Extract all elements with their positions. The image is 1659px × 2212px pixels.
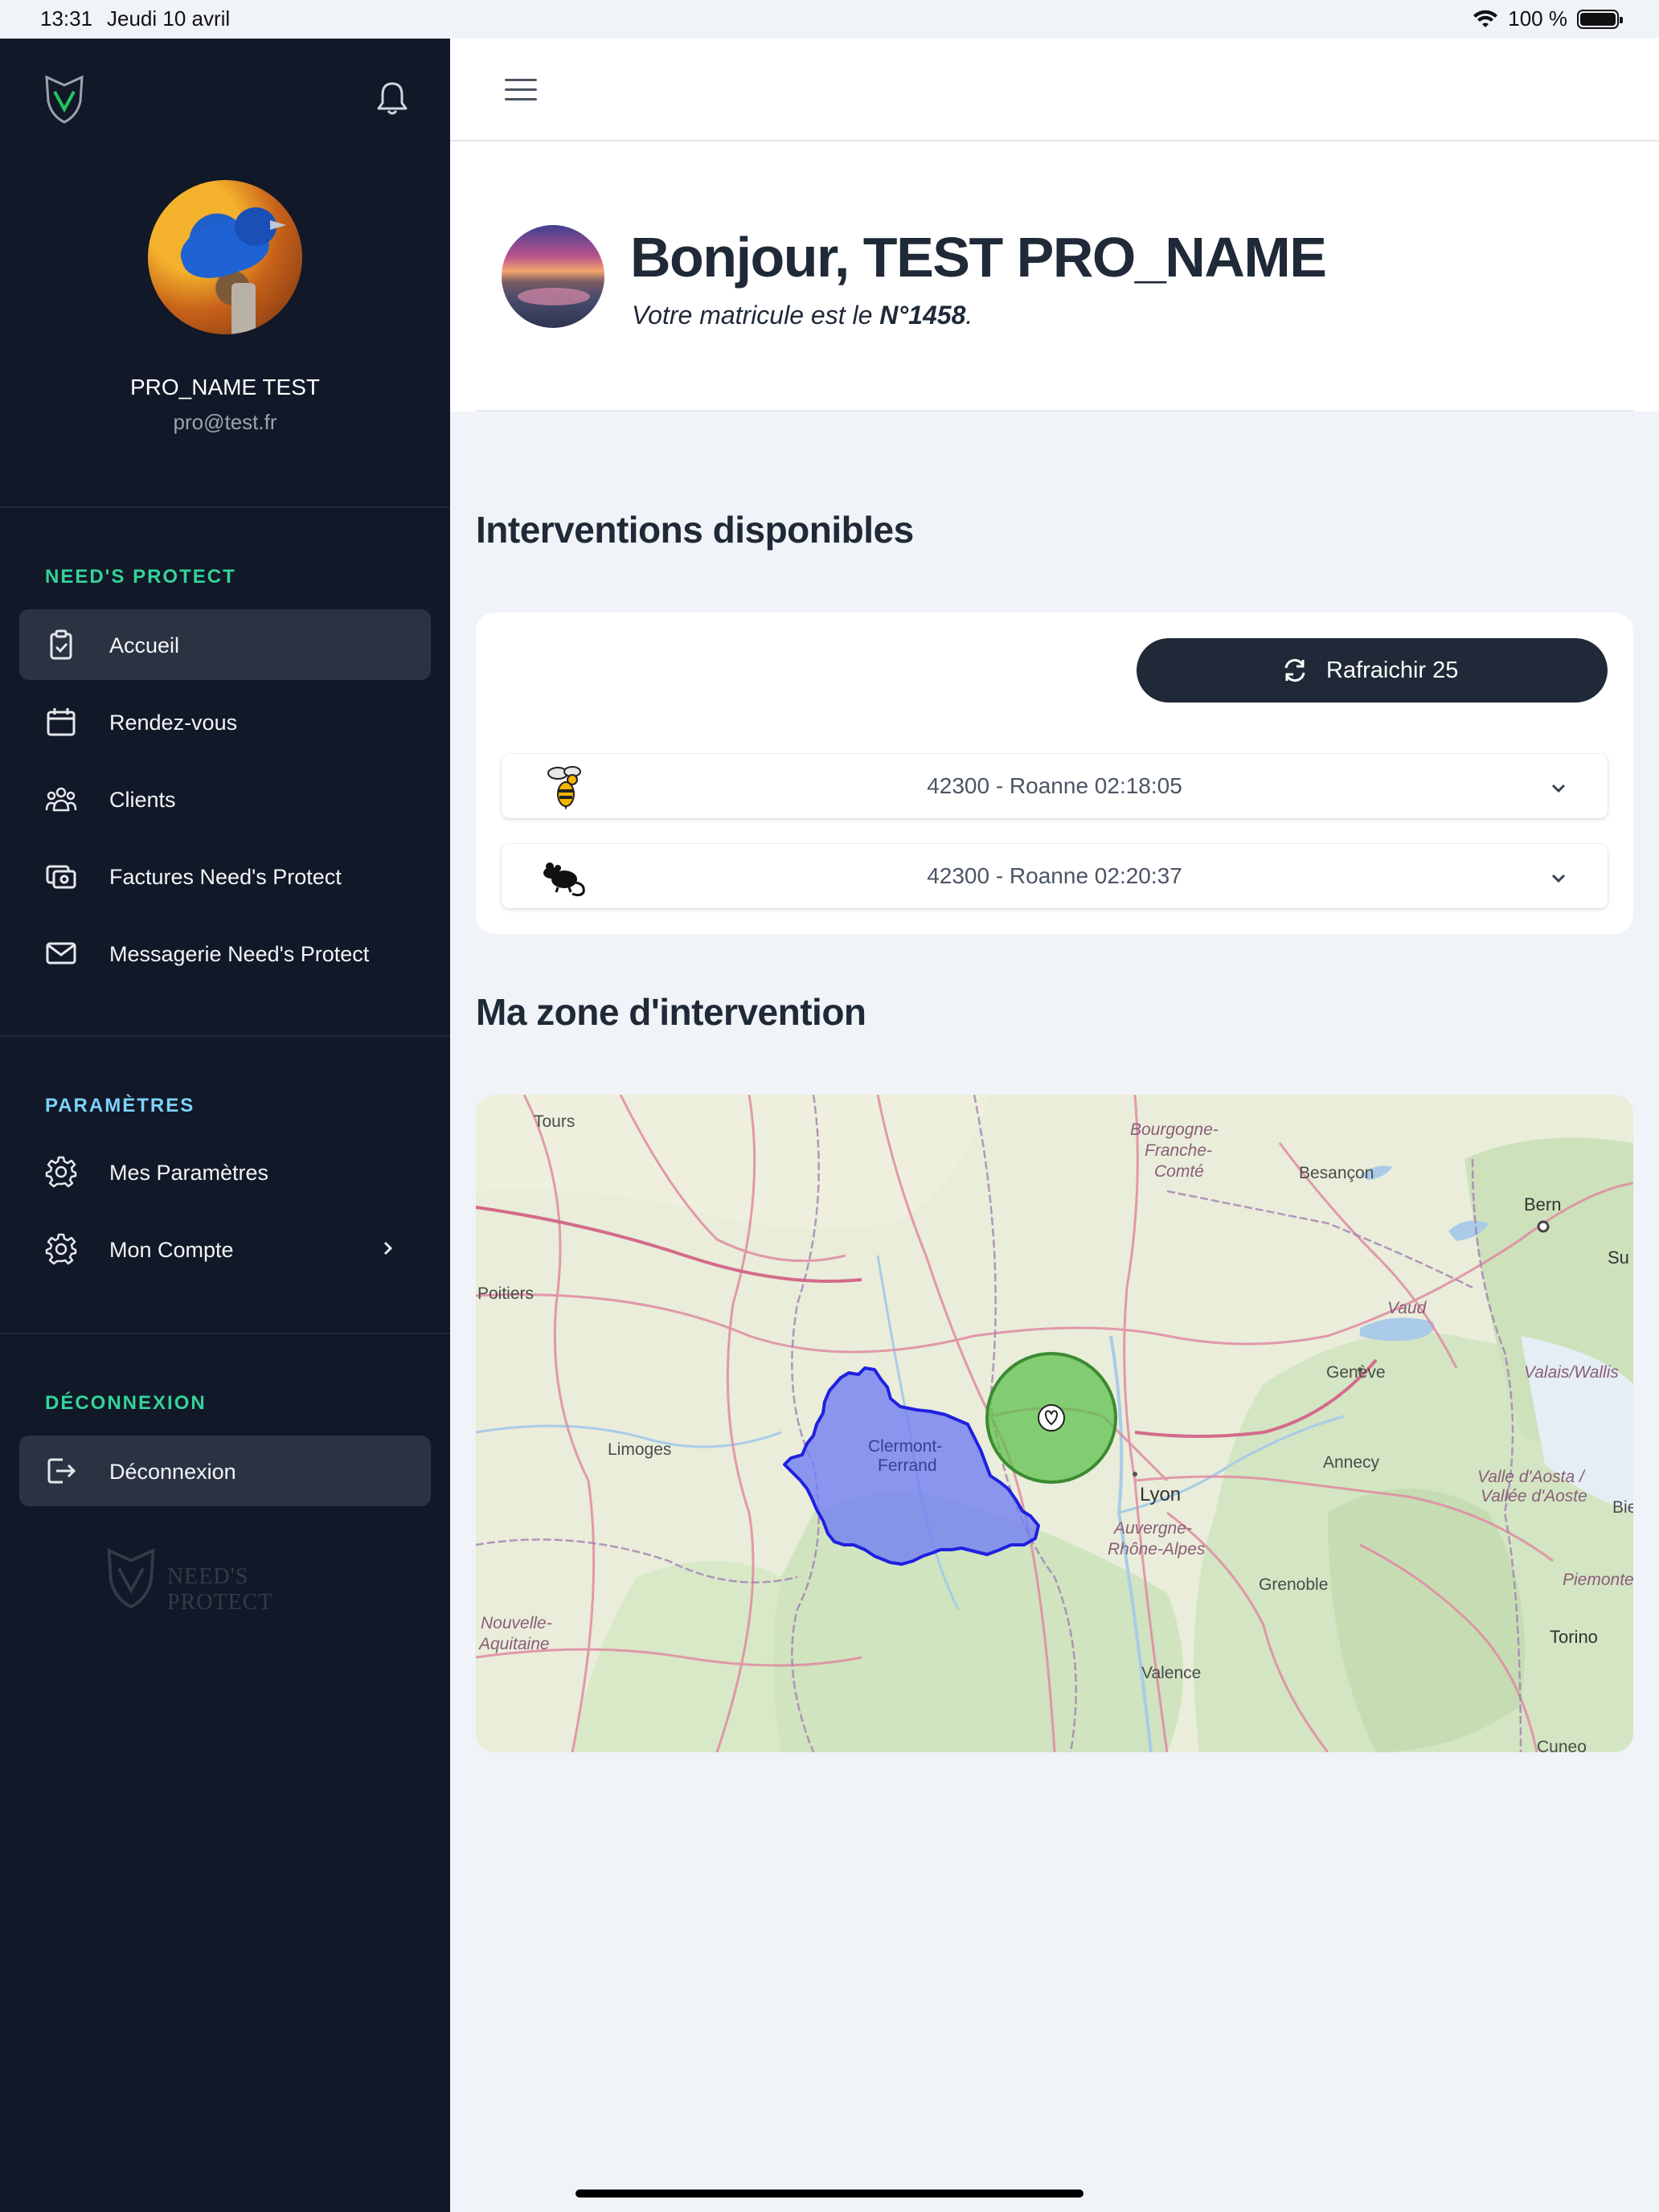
wifi-icon xyxy=(1473,10,1498,27)
top-bar xyxy=(450,39,1659,141)
sidebar-item-mes-parametres[interactable]: Mes Paramètres xyxy=(19,1137,431,1207)
section-title-parametres: PARAMÈTRES xyxy=(45,1095,195,1116)
map-label: Limoges xyxy=(608,1440,672,1459)
map-label: Franche- xyxy=(1145,1141,1213,1160)
sidebar-item-label: Factures Need's Protect xyxy=(109,865,342,889)
sidebar-divider xyxy=(0,1035,450,1037)
section-title-deconnexion: DÉCONNEXION xyxy=(45,1392,207,1414)
intervention-text: 42300 - Roanne 02:18:05 xyxy=(927,773,1182,798)
map-label: Tours xyxy=(534,1112,576,1131)
sidebar-divider xyxy=(0,1333,450,1334)
map-label: Bern xyxy=(1524,1194,1562,1215)
mail-icon xyxy=(46,942,76,965)
sidebar-item-factures[interactable]: Factures Need's Protect xyxy=(19,841,431,911)
map-label: Cuneo xyxy=(1537,1738,1587,1752)
intervention-row[interactable]: 42300 - Roanne 02:20:37 xyxy=(502,844,1608,908)
user-email: pro@test.fr xyxy=(173,410,277,434)
map-label: Comté xyxy=(1154,1162,1204,1181)
status-bar: 13:31 Jeudi 10 avril 100 % xyxy=(0,0,1659,39)
profile-picture[interactable] xyxy=(502,225,604,328)
battery-percent: 100 % xyxy=(1508,6,1567,31)
map-label: Clermont- xyxy=(868,1437,943,1456)
gear-icon xyxy=(45,1156,77,1188)
map-label: Valle d'Aosta / xyxy=(1477,1468,1584,1486)
matricule-number: N°1458 xyxy=(879,301,966,330)
matricule-prefix: Votre matricule est le xyxy=(632,301,880,330)
status-time: 13:31 xyxy=(40,6,93,31)
status-right: 100 % xyxy=(1473,6,1623,31)
intervention-map[interactable]: Tours Bourgogne- Franche- Comté Besançon… xyxy=(476,1095,1633,1752)
intervention-row[interactable]: 42300 - Roanne 02:18:05 xyxy=(502,754,1608,818)
map-label: Valence xyxy=(1141,1664,1202,1682)
page-title: Bonjour, TEST PRO_NAME xyxy=(630,226,1327,289)
avatar[interactable] xyxy=(148,180,302,334)
battery-icon xyxy=(1577,9,1623,29)
sidebar-item-messagerie[interactable]: Messagerie Need's Protect xyxy=(19,918,431,989)
hamburger-menu-icon[interactable] xyxy=(505,79,537,103)
map-label: Torino xyxy=(1550,1627,1598,1647)
map-label: Genève xyxy=(1326,1363,1386,1382)
calendar-icon xyxy=(47,708,76,736)
user-name: PRO_NAME TEST xyxy=(130,375,320,399)
map-label: Besançon xyxy=(1299,1164,1374,1182)
refresh-button[interactable]: Rafraichir 25 xyxy=(1137,638,1608,703)
logout-icon xyxy=(47,1458,76,1484)
home-indicator[interactable] xyxy=(576,2189,1083,2198)
map-label: Su xyxy=(1608,1247,1629,1268)
refresh-label: Rafraichir 25 xyxy=(1326,657,1459,683)
sidebar-item-accueil[interactable]: Accueil xyxy=(19,609,431,680)
map-canvas[interactable] xyxy=(476,1095,1633,1752)
greeting-divider xyxy=(476,410,1633,412)
map-label: Nouvelle- xyxy=(481,1614,552,1632)
sidebar-item-label: Déconnexion xyxy=(109,1460,236,1484)
cash-icon xyxy=(46,865,76,889)
sidebar-item-label: Accueil xyxy=(109,633,180,657)
map-label: Auvergne- xyxy=(1114,1519,1192,1538)
clipboard-check-icon xyxy=(50,629,72,660)
users-icon xyxy=(45,787,77,812)
sidebar-item-label: Mon Compte xyxy=(109,1238,234,1262)
map-label: Valais/Wallis xyxy=(1524,1363,1619,1382)
map-label: Piemonte xyxy=(1563,1571,1633,1589)
zone-heading: Ma zone d'intervention xyxy=(476,991,866,1033)
sidebar: PRO_NAME TEST pro@test.fr NEED'S PROTECT… xyxy=(0,39,450,2212)
map-label: Ferrand xyxy=(878,1456,937,1475)
map-label: Rhône-Alpes xyxy=(1108,1540,1206,1559)
sidebar-divider xyxy=(0,506,450,508)
gear-icon xyxy=(45,1233,77,1265)
map-label: Lyon xyxy=(1140,1484,1182,1505)
sidebar-item-clients[interactable]: Clients xyxy=(19,764,431,834)
sidebar-item-label: Messagerie Need's Protect xyxy=(109,942,370,966)
map-label: Vaud xyxy=(1387,1299,1427,1317)
chevron-right-icon xyxy=(383,1241,393,1256)
refresh-icon xyxy=(1284,658,1305,682)
map-label: Aquitaine xyxy=(479,1635,550,1653)
status-date: Jeudi 10 avril xyxy=(107,6,231,31)
map-label: Annecy xyxy=(1323,1453,1380,1472)
map-label: Bourgogne- xyxy=(1130,1120,1219,1139)
chevron-down-icon[interactable] xyxy=(1548,868,1569,889)
sidebar-item-mon-compte[interactable]: Mon Compte xyxy=(19,1214,431,1284)
map-label: Poitiers xyxy=(477,1284,535,1303)
interventions-card: Rafraichir 25 42300 - Roanne 02:18:05 42… xyxy=(476,612,1633,934)
interventions-heading: Interventions disponibles xyxy=(476,509,914,551)
sidebar-item-deconnexion[interactable]: Déconnexion xyxy=(19,1436,431,1506)
bell-icon[interactable] xyxy=(375,79,410,117)
sidebar-item-rendez-vous[interactable]: Rendez-vous xyxy=(19,686,431,757)
sidebar-item-label: Rendez-vous xyxy=(109,711,238,735)
sidebar-item-label: Clients xyxy=(109,788,176,812)
needs-protect-logo[interactable] xyxy=(42,74,87,125)
intervention-text: 42300 - Roanne 02:20:37 xyxy=(927,863,1182,888)
watermark-logo: NEED'S PROTECT xyxy=(103,1546,336,1615)
map-label: Bie xyxy=(1612,1498,1633,1517)
sidebar-item-label: Mes Paramètres xyxy=(109,1161,269,1185)
section-title-needs-protect: NEED'S PROTECT xyxy=(45,566,236,588)
matricule-text: Votre matricule est le N°1458. xyxy=(632,301,973,330)
map-label: Grenoble xyxy=(1259,1575,1329,1594)
matricule-suffix: . xyxy=(965,301,973,330)
chevron-down-icon[interactable] xyxy=(1548,778,1569,799)
map-label: Vallée d'Aoste xyxy=(1481,1487,1587,1505)
watermark-text: NEED'S PROTECT xyxy=(167,1564,273,1615)
greeting-card: Bonjour, TEST PRO_NAME Votre matricule e… xyxy=(450,141,1659,412)
